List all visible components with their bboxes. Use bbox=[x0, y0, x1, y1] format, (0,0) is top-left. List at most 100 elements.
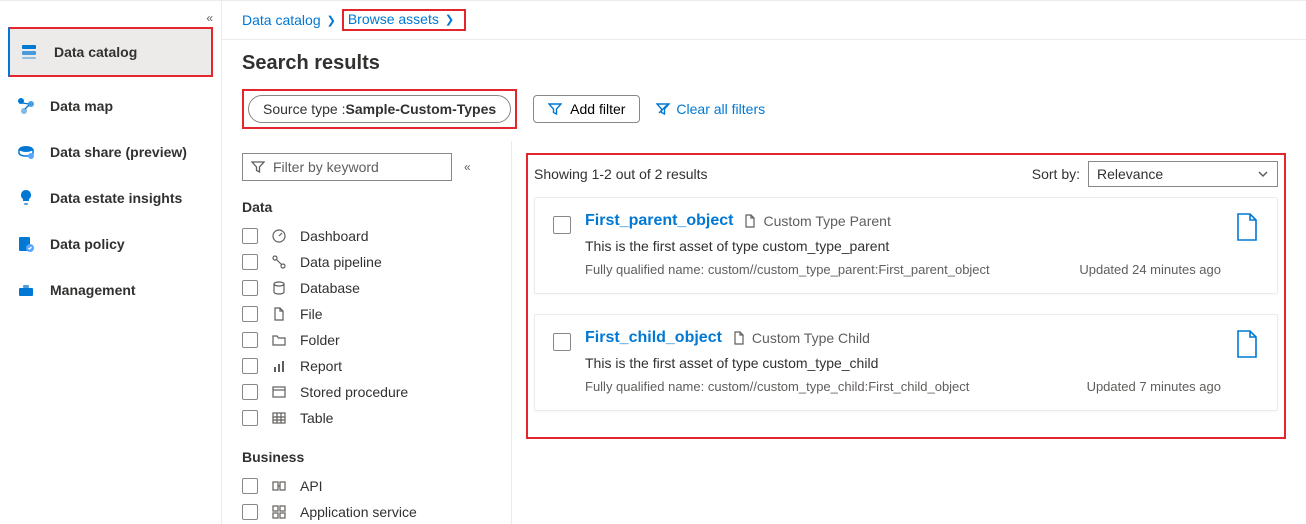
results-summary: Showing 1-2 out of 2 results bbox=[534, 166, 708, 182]
checkbox-icon[interactable] bbox=[242, 504, 258, 520]
result-fqn: Fully qualified name: custom//custom_typ… bbox=[585, 262, 990, 277]
checkbox-icon[interactable] bbox=[242, 410, 258, 426]
facet-item[interactable]: Report bbox=[242, 353, 499, 379]
checkbox-icon[interactable] bbox=[242, 306, 258, 322]
pill-value: Sample-Custom-Types bbox=[346, 101, 497, 117]
nav-item-management[interactable]: Management bbox=[0, 267, 221, 313]
clear-all-filters-button[interactable]: Clear all filters bbox=[656, 101, 765, 117]
checkbox-icon[interactable] bbox=[242, 358, 258, 374]
nav-label: Data share (preview) bbox=[50, 144, 187, 160]
facet-item[interactable]: File bbox=[242, 301, 499, 327]
clear-filter-icon bbox=[656, 102, 670, 116]
nav-item-data-share[interactable]: Data share (preview) bbox=[0, 129, 221, 175]
facet-section-title: Data bbox=[242, 199, 499, 215]
nav-item-insights[interactable]: Data estate insights bbox=[0, 175, 221, 221]
facet-type-icon bbox=[270, 306, 288, 322]
result-title-link[interactable]: First_parent_object bbox=[585, 212, 733, 230]
sort-value: Relevance bbox=[1097, 166, 1163, 182]
add-filter-button[interactable]: Add filter bbox=[533, 95, 640, 123]
side-nav: « Data catalog Data map Data share (prev… bbox=[0, 1, 222, 524]
facet-type-icon bbox=[270, 228, 288, 244]
filter-icon bbox=[548, 102, 562, 116]
nav-label: Management bbox=[50, 282, 136, 298]
results-area: Showing 1-2 out of 2 results Sort by: Re… bbox=[526, 153, 1286, 439]
checkbox-icon[interactable] bbox=[242, 228, 258, 244]
filter-pill-source-type[interactable]: Source type : Sample-Custom-Types bbox=[248, 95, 511, 123]
facet-item[interactable]: API bbox=[242, 473, 499, 499]
results-panel: Showing 1-2 out of 2 results Sort by: Re… bbox=[512, 141, 1306, 524]
result-card: First_parent_object Custom Type Parent Thi… bbox=[534, 197, 1278, 294]
facet-type-icon bbox=[270, 254, 288, 270]
result-type-label: Custom Type Parent bbox=[743, 213, 890, 229]
facet-item[interactable]: Table bbox=[242, 405, 499, 431]
pill-label: Source type : bbox=[263, 101, 346, 117]
nav-item-data-policy[interactable]: Data policy bbox=[0, 221, 221, 267]
nav-label: Data estate insights bbox=[50, 190, 182, 206]
file-icon bbox=[1235, 329, 1259, 394]
file-icon bbox=[1235, 212, 1259, 277]
result-fqn: Fully qualified name: custom//custom_typ… bbox=[585, 379, 969, 394]
facet-type-icon bbox=[270, 384, 288, 400]
nav-item-data-catalog[interactable]: Data catalog bbox=[8, 27, 213, 77]
result-updated: Updated 24 minutes ago bbox=[1079, 262, 1221, 277]
add-filter-label: Add filter bbox=[570, 101, 625, 117]
checkbox-icon[interactable] bbox=[242, 384, 258, 400]
collapse-nav-toggle[interactable]: « bbox=[206, 11, 213, 25]
facet-item[interactable]: Application service bbox=[242, 499, 499, 524]
main-content: Data catalog ❯ Browse assets ❯ Search re… bbox=[222, 1, 1306, 524]
nav-label: Data catalog bbox=[54, 44, 137, 60]
facet-label: Folder bbox=[300, 332, 340, 348]
facet-label: Application service bbox=[300, 504, 417, 520]
breadcrumb-root[interactable]: Data catalog bbox=[242, 12, 321, 28]
result-description: This is the first asset of type custom_t… bbox=[585, 355, 1221, 371]
facet-type-icon bbox=[270, 478, 288, 494]
facet-type-icon bbox=[270, 504, 288, 520]
filter-keyword-input[interactable]: Filter by keyword bbox=[242, 153, 452, 181]
facet-type-icon bbox=[270, 358, 288, 374]
breadcrumb: Data catalog ❯ Browse assets ❯ bbox=[222, 1, 1306, 40]
policy-icon bbox=[16, 234, 36, 254]
checkbox-icon[interactable] bbox=[242, 478, 258, 494]
nav-label: Data policy bbox=[50, 236, 125, 252]
result-checkbox[interactable] bbox=[553, 333, 571, 351]
lightbulb-icon bbox=[16, 188, 36, 208]
result-card: First_child_objectCustom Type ChildThis … bbox=[534, 314, 1278, 411]
checkbox-icon[interactable] bbox=[242, 254, 258, 270]
nav-item-data-map[interactable]: Data map bbox=[0, 83, 221, 129]
facet-section-title: Business bbox=[242, 449, 499, 465]
facet-label: API bbox=[300, 478, 323, 494]
checkbox-icon[interactable] bbox=[242, 280, 258, 296]
result-updated: Updated 7 minutes ago bbox=[1087, 379, 1221, 394]
breadcrumb-current[interactable]: Browse assets bbox=[348, 11, 439, 27]
sort-by-label: Sort by: bbox=[1032, 166, 1080, 182]
facet-label: Database bbox=[300, 280, 360, 296]
chevron-right-icon: ❯ bbox=[445, 13, 454, 26]
checkbox-icon[interactable] bbox=[242, 332, 258, 348]
facet-item[interactable]: Data pipeline bbox=[242, 249, 499, 275]
result-description: This is the first asset of type custom_t… bbox=[585, 238, 1221, 254]
toolbox-icon bbox=[16, 280, 36, 300]
facet-item[interactable]: Database bbox=[242, 275, 499, 301]
clear-all-label: Clear all filters bbox=[676, 101, 765, 117]
chevron-right-icon: ❯ bbox=[327, 14, 336, 27]
facet-label: File bbox=[300, 306, 323, 322]
collapse-filter-panel-toggle[interactable]: « bbox=[464, 160, 471, 174]
facet-label: Dashboard bbox=[300, 228, 369, 244]
filter-panel: Filter by keyword « Data Dashboard Data pi… bbox=[222, 141, 512, 524]
facet-item[interactable]: Stored procedure bbox=[242, 379, 499, 405]
funnel-icon bbox=[251, 160, 265, 174]
map-icon bbox=[16, 96, 36, 116]
nav-label: Data map bbox=[50, 98, 113, 114]
facet-label: Stored procedure bbox=[300, 384, 408, 400]
facet-type-icon bbox=[270, 280, 288, 296]
facet-item[interactable]: Dashboard bbox=[242, 223, 499, 249]
facet-item[interactable]: Folder bbox=[242, 327, 499, 353]
facet-type-icon bbox=[270, 332, 288, 348]
sort-by-select[interactable]: Relevance bbox=[1088, 161, 1278, 187]
facet-label: Table bbox=[300, 410, 333, 426]
chevron-down-icon bbox=[1257, 168, 1269, 180]
result-title-link[interactable]: First_child_object bbox=[585, 329, 722, 347]
filter-bar: Source type : Sample-Custom-Types Add fi… bbox=[222, 89, 1306, 141]
facet-label: Data pipeline bbox=[300, 254, 382, 270]
result-checkbox[interactable] bbox=[553, 216, 571, 234]
